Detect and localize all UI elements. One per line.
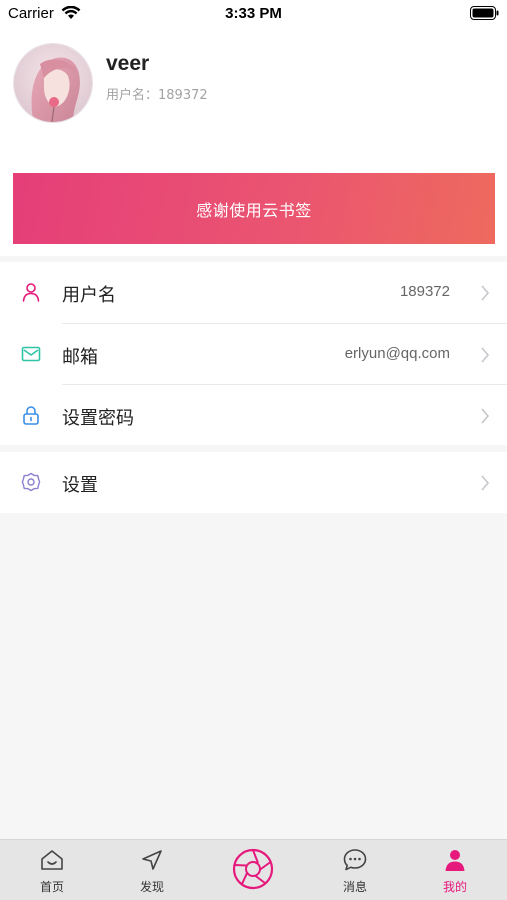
- chevron-right-icon: [481, 285, 490, 301]
- clock: 3:33 PM: [225, 5, 282, 22]
- settings-menu: 设置: [0, 452, 507, 513]
- row-label: 设置密码: [62, 408, 134, 429]
- tab-discover[interactable]: 发现: [112, 840, 192, 900]
- chat-icon: [343, 849, 367, 871]
- tab-messages[interactable]: 消息: [315, 840, 395, 900]
- mail-icon: [21, 346, 41, 362]
- menu-row-password[interactable]: 设置密码: [0, 385, 507, 446]
- avatar-image: [14, 44, 92, 122]
- tab-label: 首页: [39, 880, 64, 894]
- home-icon: [41, 850, 63, 870]
- user-icon: [445, 850, 465, 871]
- tab-mine[interactable]: 我的: [415, 840, 495, 900]
- row-value: 189372: [399, 283, 450, 300]
- row-label: 用户名: [62, 285, 116, 306]
- profile-header: veer 用户名：189372 感谢使用云书签: [0, 30, 507, 256]
- row-label: 邮箱: [62, 347, 98, 368]
- tab-label: 我的: [442, 880, 467, 894]
- row-label: 设置: [62, 475, 98, 496]
- battery-icon: [470, 6, 499, 20]
- row-value: erlyun@qq.com: [344, 345, 450, 362]
- avatar[interactable]: [13, 43, 93, 123]
- aperture-icon[interactable]: [232, 848, 274, 890]
- tab-label: 消息: [342, 880, 367, 894]
- menu-row-settings[interactable]: 设置: [0, 452, 507, 513]
- gear-icon: [21, 472, 41, 492]
- tab-home[interactable]: 首页: [12, 840, 92, 900]
- menu-row-username[interactable]: 用户名 189372: [0, 262, 507, 323]
- banner-text: 感谢使用云书签: [196, 200, 312, 220]
- tab-label: 发现: [139, 880, 164, 894]
- thanks-banner[interactable]: 感谢使用云书签: [13, 173, 495, 244]
- profile-username: 用户名：189372: [106, 88, 208, 103]
- menu-row-email[interactable]: 邮箱 erlyun@qq.com: [0, 324, 507, 385]
- chevron-right-icon: [481, 475, 490, 491]
- chevron-right-icon: [481, 408, 490, 424]
- chevron-right-icon: [481, 347, 490, 363]
- tab-bar: 首页 发现 消息 我的: [0, 839, 507, 900]
- account-menu: 用户名 189372 邮箱 erlyun@qq.com 设置密码: [0, 262, 507, 445]
- status-bar: Carrier 3:33 PM: [0, 0, 507, 30]
- person-icon: [22, 283, 40, 302]
- lock-icon: [23, 406, 39, 425]
- profile-name: veer: [106, 52, 150, 75]
- compass-icon: [142, 850, 162, 870]
